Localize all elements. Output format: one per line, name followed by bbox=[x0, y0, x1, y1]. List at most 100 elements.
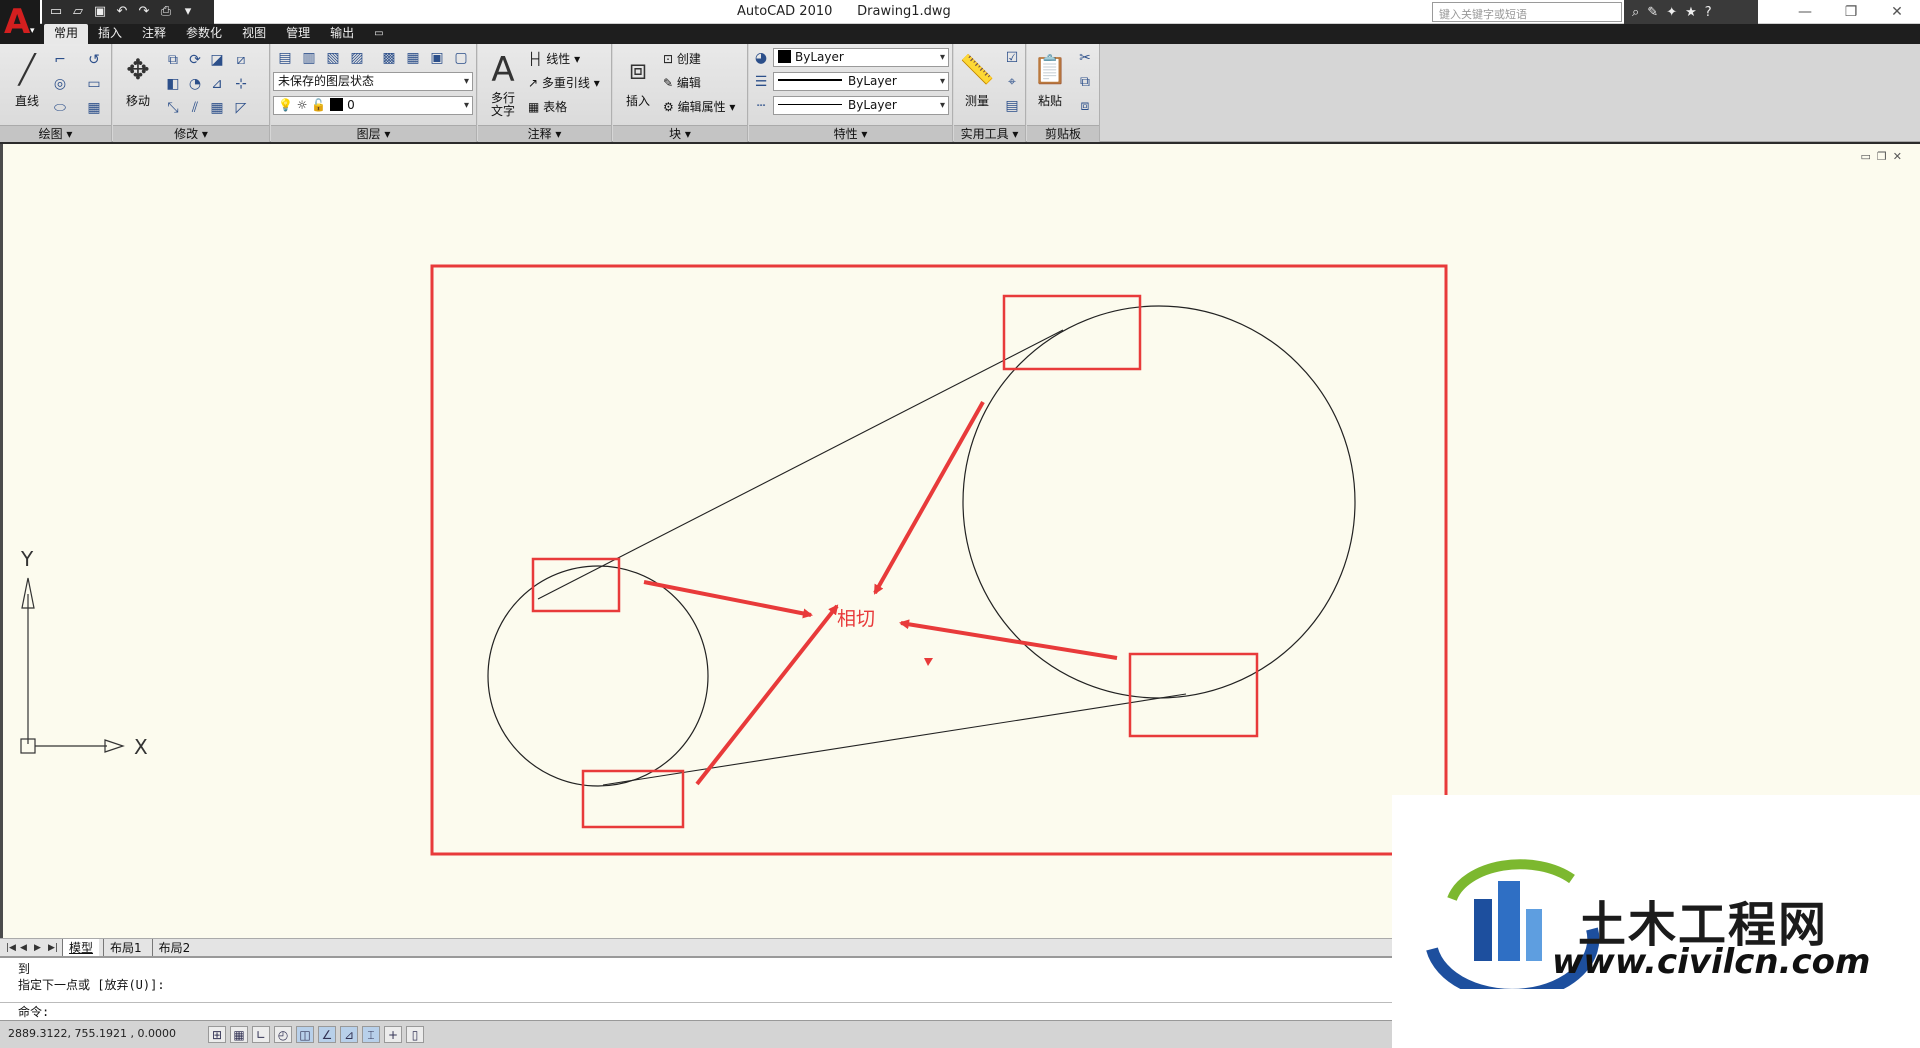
open-file-icon[interactable]: ▱ bbox=[70, 4, 86, 20]
prev-tab-icon[interactable]: ◀ bbox=[20, 943, 30, 953]
array-icon[interactable]: ▦ bbox=[207, 98, 227, 118]
snap-mode-icon[interactable]: ⊞ bbox=[208, 1026, 226, 1043]
copy-clip-icon[interactable]: ⧉ bbox=[1075, 72, 1095, 92]
command-input[interactable]: 命令: bbox=[0, 1002, 1392, 1022]
paste-button[interactable]: 📋 粘贴 bbox=[1029, 48, 1071, 120]
multiline-text-button[interactable]: A 多行 文字 bbox=[482, 48, 524, 120]
layer-freeze-icon[interactable]: ▧ bbox=[323, 48, 343, 68]
ellipse-icon[interactable]: ⬭ bbox=[50, 98, 70, 118]
polar-tracking-icon[interactable]: ◴ bbox=[274, 1026, 292, 1043]
lineweight-dropdown[interactable]: ByLayer bbox=[773, 72, 949, 91]
panel-layers-title[interactable]: 图层 ▾ bbox=[271, 125, 476, 142]
large-circle[interactable] bbox=[962, 305, 1356, 699]
layer-state-dropdown[interactable]: 未保存的图层状态 bbox=[273, 72, 473, 91]
insert-block-button[interactable]: ⧈ 插入 bbox=[617, 48, 659, 120]
linetype-icon[interactable]: ┄ bbox=[751, 96, 771, 116]
quick-select-icon[interactable]: ☑ bbox=[1002, 48, 1022, 68]
explode-icon[interactable]: ⊹ bbox=[231, 74, 251, 94]
scale-icon[interactable]: ⤡ bbox=[163, 98, 183, 118]
panel-properties-title[interactable]: 特性 ▾ bbox=[749, 125, 952, 142]
undo-icon[interactable]: ↶ bbox=[114, 4, 130, 20]
multileader-button[interactable]: ↗ 多重引线 ▾ bbox=[528, 74, 600, 91]
layer-on-icon[interactable]: ▢ bbox=[451, 48, 471, 68]
tab-view[interactable]: 视图 bbox=[232, 24, 276, 44]
id-point-icon[interactable]: ⌖ bbox=[1002, 72, 1022, 92]
subscription-icon[interactable]: ✎ bbox=[1647, 5, 1658, 20]
new-file-icon[interactable]: ▭ bbox=[48, 4, 64, 20]
calculator-icon[interactable]: ▤ bbox=[1002, 96, 1022, 116]
dynamic-input-icon[interactable]: ⌶ bbox=[362, 1026, 380, 1043]
help-icon[interactable]: ? bbox=[1705, 5, 1712, 20]
linetype-dropdown[interactable]: ByLayer bbox=[773, 96, 949, 115]
save-icon[interactable]: ▣ bbox=[92, 4, 108, 20]
search-input[interactable]: 键入关键字或短语 bbox=[1432, 2, 1622, 22]
tab-annotate[interactable]: 注释 bbox=[132, 24, 176, 44]
panel-utilities-title[interactable]: 实用工具 ▾ bbox=[954, 125, 1025, 142]
redo-icon[interactable]: ↷ bbox=[136, 4, 152, 20]
erase-icon[interactable]: ⧄ bbox=[231, 50, 251, 70]
application-menu-button[interactable]: A ▾ bbox=[0, 0, 40, 44]
mirror-icon[interactable]: ⊿ bbox=[207, 74, 227, 94]
copy-base-icon[interactable]: ⧈ bbox=[1075, 96, 1095, 116]
qat-dropdown-icon[interactable]: ▾ bbox=[180, 4, 196, 20]
close-button[interactable]: ✕ bbox=[1874, 0, 1920, 24]
rotate-icon[interactable]: ⟳ bbox=[185, 50, 205, 70]
quick-properties-icon[interactable]: ▯ bbox=[406, 1026, 424, 1043]
panel-block-title[interactable]: 块 ▾ bbox=[613, 125, 747, 142]
dynamic-ucs-icon[interactable]: ⊿ bbox=[340, 1026, 358, 1043]
layer-isolate-icon[interactable]: ▥ bbox=[299, 48, 319, 68]
tab-output[interactable]: 输出 bbox=[320, 24, 364, 44]
measure-button[interactable]: 📏 测量 bbox=[956, 48, 998, 120]
create-block-button[interactable]: ⊡ 创建 bbox=[663, 50, 701, 67]
tab-insert[interactable]: 插入 bbox=[88, 24, 132, 44]
last-tab-icon[interactable]: ▶| bbox=[48, 943, 58, 953]
current-layer-dropdown[interactable]: 💡 ☼ 🔓 0 bbox=[273, 96, 473, 115]
ribbon-minimize-icon[interactable]: ▭ bbox=[364, 24, 386, 44]
layer-unisolate-icon[interactable]: ▦ bbox=[403, 48, 423, 68]
layer-properties-icon[interactable]: ▤ bbox=[275, 48, 295, 68]
chamfer-icon[interactable]: ◸ bbox=[231, 98, 251, 118]
communication-icon[interactable]: ✦ bbox=[1666, 5, 1677, 20]
lineweight-icon[interactable]: ☰ bbox=[751, 72, 771, 92]
fillet-icon[interactable]: ◔ bbox=[185, 74, 205, 94]
hatch-icon[interactable]: ▦ bbox=[84, 98, 104, 118]
layer-off-icon[interactable]: ▨ bbox=[347, 48, 367, 68]
match-properties-icon[interactable]: ◕ bbox=[751, 48, 771, 68]
panel-modify-title[interactable]: 修改 ▾ bbox=[113, 125, 269, 142]
edit-attributes-button[interactable]: ⚙ 编辑属性 ▾ bbox=[663, 98, 735, 115]
copy-icon[interactable]: ⧉ bbox=[163, 50, 183, 70]
cut-icon[interactable]: ✂ bbox=[1075, 48, 1095, 68]
lineweight-toggle-icon[interactable]: + bbox=[384, 1026, 402, 1043]
color-dropdown[interactable]: ByLayer bbox=[773, 48, 949, 67]
ortho-mode-icon[interactable]: ∟ bbox=[252, 1026, 270, 1043]
first-tab-icon[interactable]: |◀ bbox=[6, 943, 16, 953]
restore-button[interactable]: ❐ bbox=[1828, 0, 1874, 24]
circle-icon[interactable]: ◎ bbox=[50, 74, 70, 94]
tab-layout1[interactable]: 布局1 bbox=[103, 939, 148, 956]
tab-parametric[interactable]: 参数化 bbox=[176, 24, 232, 44]
minimize-button[interactable]: — bbox=[1782, 0, 1828, 24]
lower-tangent-line[interactable] bbox=[602, 693, 1187, 786]
binoculars-icon[interactable]: ⌕ bbox=[1632, 5, 1639, 20]
stretch-icon[interactable]: ◧ bbox=[163, 74, 183, 94]
grid-display-icon[interactable]: ▦ bbox=[230, 1026, 248, 1043]
line-button[interactable]: ╱ 直线 bbox=[6, 48, 48, 120]
favorites-star-icon[interactable]: ★ bbox=[1685, 5, 1697, 20]
panel-draw-title[interactable]: 绘图 ▾ bbox=[0, 125, 111, 142]
offset-icon[interactable]: ⫽ bbox=[185, 98, 205, 118]
layer-match-icon[interactable]: ▩ bbox=[379, 48, 399, 68]
trim-icon[interactable]: ◪ bbox=[207, 50, 227, 70]
tab-layout2[interactable]: 布局2 bbox=[151, 939, 197, 956]
object-snap-icon[interactable]: ◫ bbox=[296, 1026, 314, 1043]
object-snap-tracking-icon[interactable]: ∠ bbox=[318, 1026, 336, 1043]
tab-home[interactable]: 常用 bbox=[44, 24, 89, 44]
table-button[interactable]: ▦ 表格 bbox=[528, 98, 567, 115]
polyline-icon[interactable]: ⌐ bbox=[50, 50, 70, 70]
move-button[interactable]: ✥ 移动 bbox=[117, 48, 159, 120]
layer-thaw-icon[interactable]: ▣ bbox=[427, 48, 447, 68]
linear-dimension-button[interactable]: ├┤ 线性 ▾ bbox=[528, 50, 580, 67]
next-tab-icon[interactable]: ▶ bbox=[34, 943, 44, 953]
arc-icon[interactable]: ↺ bbox=[84, 50, 104, 70]
panel-annotation-title[interactable]: 注释 ▾ bbox=[478, 125, 611, 142]
tab-manage[interactable]: 管理 bbox=[276, 24, 320, 44]
